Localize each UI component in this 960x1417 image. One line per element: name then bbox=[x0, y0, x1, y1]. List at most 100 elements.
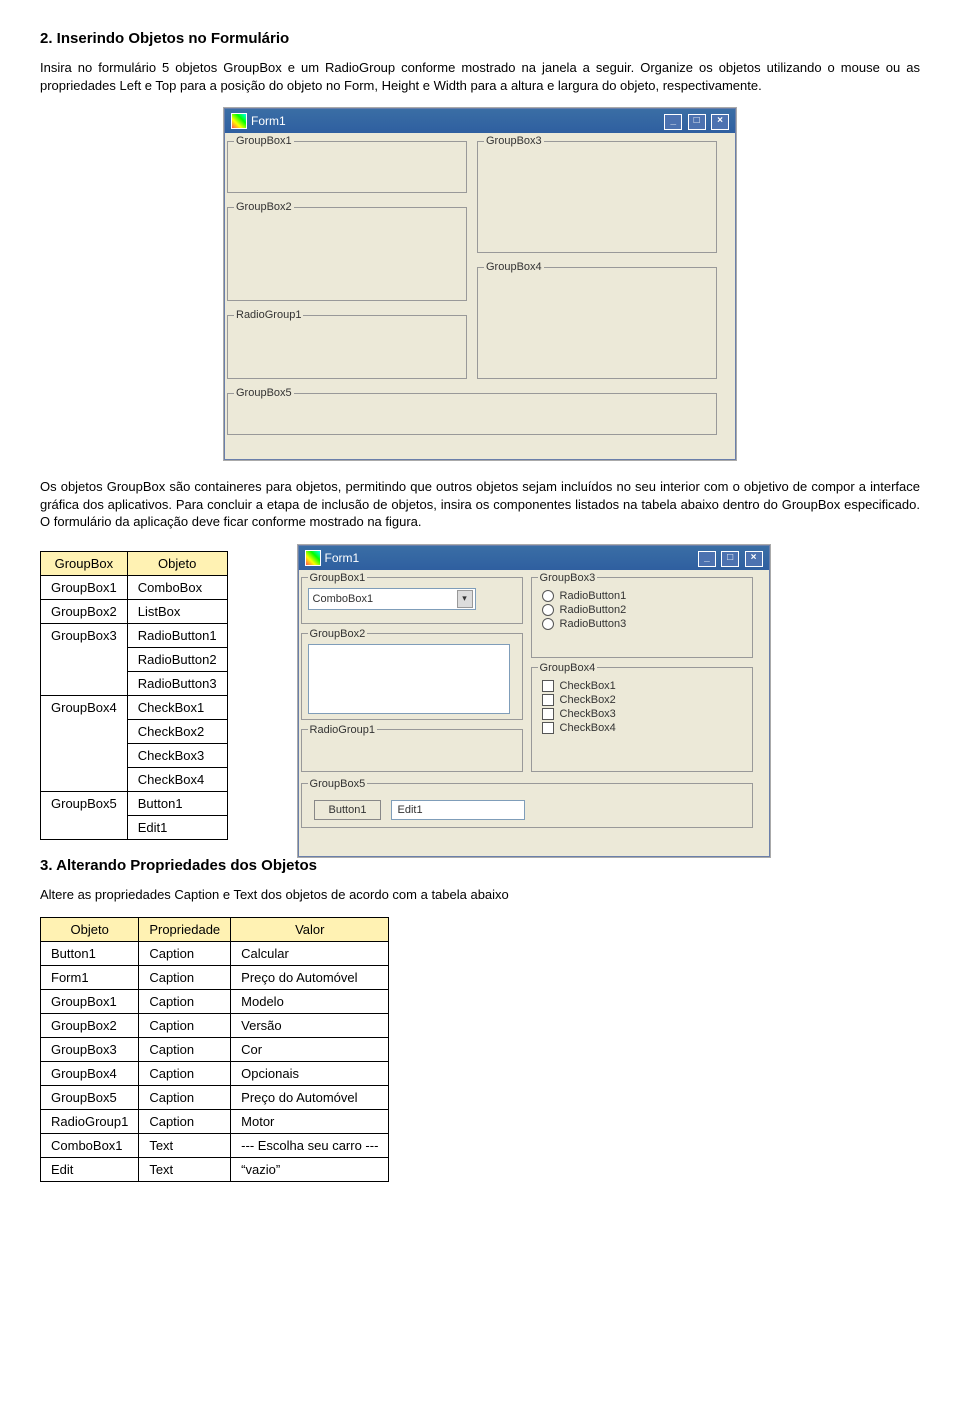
radiogroup1-legend: RadioGroup1 bbox=[234, 309, 303, 321]
radio-icon bbox=[542, 618, 554, 630]
table-cell: GroupBox5 bbox=[41, 791, 128, 839]
paragraph: Insira no formulário 5 objetos GroupBox … bbox=[40, 59, 920, 94]
table-cell: Calcular bbox=[231, 942, 389, 966]
groupbox3-legend: GroupBox3 bbox=[484, 135, 544, 147]
checkbox1[interactable]: CheckBox1 bbox=[542, 680, 742, 692]
table-cell: Caption bbox=[139, 1038, 231, 1062]
radio-label: RadioButton2 bbox=[560, 604, 627, 616]
table-cell: Opcionais bbox=[231, 1062, 389, 1086]
groupbox2-legend: GroupBox2 bbox=[308, 628, 368, 640]
section-heading: 3. Alterando Propriedades dos Objetos bbox=[40, 857, 920, 874]
groupbox5-legend: GroupBox5 bbox=[234, 387, 294, 399]
check-label: CheckBox1 bbox=[560, 680, 616, 692]
checkbox-icon bbox=[542, 722, 554, 734]
close-button[interactable]: × bbox=[745, 551, 763, 567]
table-cell: RadioButton1 bbox=[127, 623, 227, 647]
radiobutton1[interactable]: RadioButton1 bbox=[542, 590, 742, 602]
close-button[interactable]: × bbox=[711, 114, 729, 130]
table-cell: GroupBox5 bbox=[41, 1086, 139, 1110]
table-cell: GroupBox3 bbox=[41, 1038, 139, 1062]
titlebar[interactable]: Form1 _ □ × bbox=[299, 546, 769, 570]
checkbox2[interactable]: CheckBox2 bbox=[542, 694, 742, 706]
checkbox-icon bbox=[542, 708, 554, 720]
app-icon bbox=[305, 550, 321, 566]
check-label: CheckBox3 bbox=[560, 708, 616, 720]
app-icon bbox=[231, 113, 247, 129]
check-label: CheckBox2 bbox=[560, 694, 616, 706]
table-cell: RadioButton2 bbox=[127, 647, 227, 671]
table-cell: GroupBox1 bbox=[41, 575, 128, 599]
table-cell: Caption bbox=[139, 966, 231, 990]
section-heading: 2. Inserindo Objetos no Formulário bbox=[40, 30, 920, 47]
edit1[interactable]: Edit1 bbox=[391, 800, 525, 820]
table-cell: RadioButton3 bbox=[127, 671, 227, 695]
checkbox3[interactable]: CheckBox3 bbox=[542, 708, 742, 720]
minimize-button[interactable]: _ bbox=[698, 551, 716, 567]
combobox[interactable]: ComboBox1 ▾ bbox=[308, 588, 476, 610]
form1-window-with-controls: Form1 _ □ × GroupBox1 ComboBox1 ▾ GroupB… bbox=[298, 545, 770, 857]
radiogroup1: RadioGroup1 bbox=[227, 309, 467, 379]
table-cell: GroupBox2 bbox=[41, 599, 128, 623]
table-cell: Preço do Automóvel bbox=[231, 1086, 389, 1110]
table-cell: CheckBox2 bbox=[127, 719, 227, 743]
table-cell: Preço do Automóvel bbox=[231, 966, 389, 990]
table-cell: Caption bbox=[139, 1062, 231, 1086]
th-valor: Valor bbox=[231, 918, 389, 942]
table-cell: ListBox bbox=[127, 599, 227, 623]
table-cell: CheckBox3 bbox=[127, 743, 227, 767]
table-cell: “vazio” bbox=[231, 1158, 389, 1182]
groupbox2: GroupBox2 bbox=[301, 628, 523, 720]
maximize-button[interactable]: □ bbox=[688, 114, 706, 130]
paragraph: Altere as propriedades Caption e Text do… bbox=[40, 886, 920, 904]
radio-label: RadioButton1 bbox=[560, 590, 627, 602]
table-cell: Versão bbox=[231, 1014, 389, 1038]
groupbox2-legend: GroupBox2 bbox=[234, 201, 294, 213]
table-cell: ComboBox1 bbox=[41, 1134, 139, 1158]
window-title: Form1 bbox=[251, 114, 286, 128]
groupbox3-legend: GroupBox3 bbox=[538, 572, 598, 584]
window-title: Form1 bbox=[325, 551, 360, 565]
th-objeto: Objeto bbox=[41, 918, 139, 942]
checkbox4[interactable]: CheckBox4 bbox=[542, 722, 742, 734]
chevron-down-icon[interactable]: ▾ bbox=[457, 590, 473, 608]
groupbox1: GroupBox1 ComboBox1 ▾ bbox=[301, 572, 523, 624]
groupbox5-legend: GroupBox5 bbox=[308, 778, 368, 790]
groupbox5: GroupBox5 bbox=[227, 387, 717, 435]
radio-icon bbox=[542, 590, 554, 602]
maximize-button[interactable]: □ bbox=[721, 551, 739, 567]
groupbox1: GroupBox1 bbox=[227, 135, 467, 193]
groupbox4-legend: GroupBox4 bbox=[484, 261, 544, 273]
table-cell: GroupBox1 bbox=[41, 990, 139, 1014]
groupbox4-legend: GroupBox4 bbox=[538, 662, 598, 674]
groupbox3: GroupBox3 bbox=[477, 135, 717, 253]
th-objeto: Objeto bbox=[127, 551, 227, 575]
table-cell: Caption bbox=[139, 1014, 231, 1038]
paragraph: Os objetos GroupBox são containeres para… bbox=[40, 478, 920, 531]
table-cell: Caption bbox=[139, 1086, 231, 1110]
titlebar[interactable]: Form1 _ □ × bbox=[225, 109, 735, 133]
radiobutton3[interactable]: RadioButton3 bbox=[542, 618, 742, 630]
th-groupbox: GroupBox bbox=[41, 551, 128, 575]
th-propriedade: Propriedade bbox=[139, 918, 231, 942]
groupbox4: GroupBox4 CheckBox1 CheckBox2 CheckBox3 … bbox=[531, 662, 753, 772]
table-cell: GroupBox4 bbox=[41, 1062, 139, 1086]
checkbox-icon bbox=[542, 694, 554, 706]
radiobutton2[interactable]: RadioButton2 bbox=[542, 604, 742, 616]
table-cell: Caption bbox=[139, 942, 231, 966]
table-cell: GroupBox3 bbox=[41, 623, 128, 695]
minimize-button[interactable]: _ bbox=[664, 114, 682, 130]
radio-icon bbox=[542, 604, 554, 616]
listbox[interactable] bbox=[308, 644, 510, 714]
table-cell: Caption bbox=[139, 990, 231, 1014]
button1[interactable]: Button1 bbox=[314, 800, 382, 820]
table-cell: Edit1 bbox=[127, 815, 227, 839]
table-cell: GroupBox4 bbox=[41, 695, 128, 791]
table-cell: Text bbox=[139, 1134, 231, 1158]
checkbox-icon bbox=[542, 680, 554, 692]
form1-window: Form1 _ □ × GroupBox1 GroupBox2 GroupBox… bbox=[224, 108, 736, 460]
table-cell: Motor bbox=[231, 1110, 389, 1134]
check-label: CheckBox4 bbox=[560, 722, 616, 734]
groupbox3: GroupBox3 RadioButton1 RadioButton2 Radi… bbox=[531, 572, 753, 658]
table-cell: Modelo bbox=[231, 990, 389, 1014]
radiogroup1: RadioGroup1 bbox=[301, 724, 523, 772]
